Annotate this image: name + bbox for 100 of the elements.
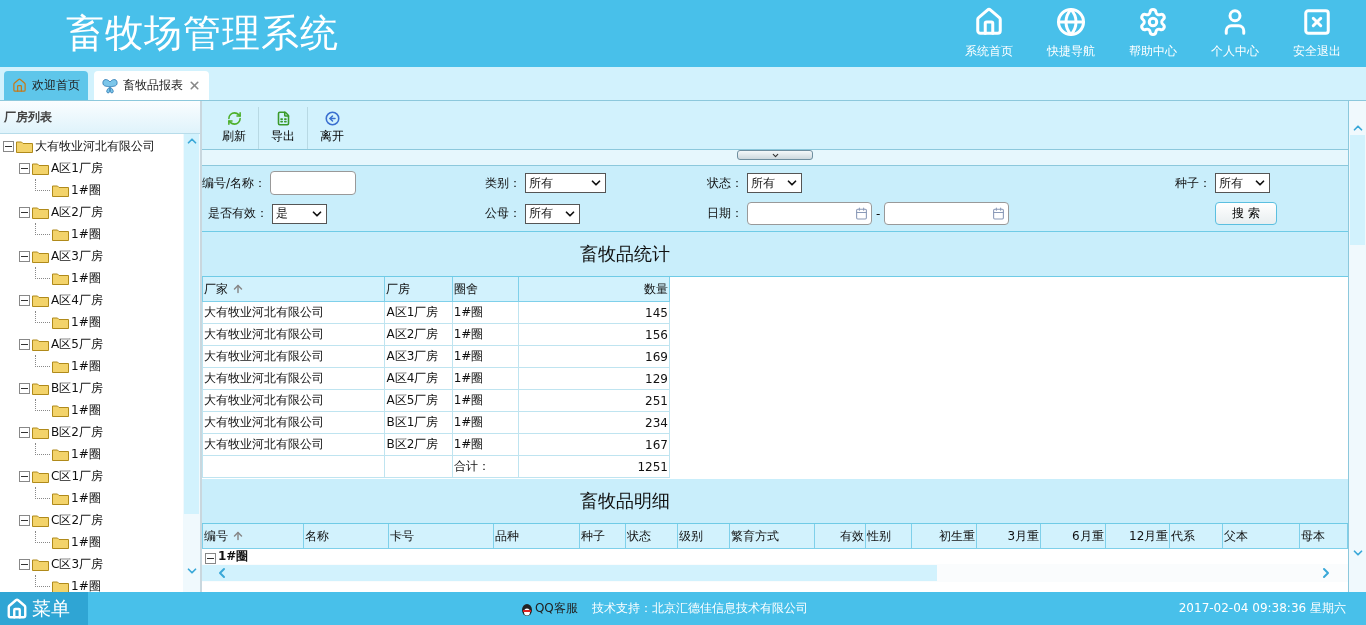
- tree-item[interactable]: 1#圈: [71, 313, 101, 331]
- dropdown[interactable]: 所有: [747, 173, 802, 193]
- field-label: 类别：: [485, 174, 521, 192]
- tab[interactable]: 畜牧品报表: [94, 71, 209, 100]
- collapse-handle[interactable]: [737, 150, 813, 160]
- collapse-toggle[interactable]: [205, 553, 216, 564]
- collapse-toggle[interactable]: [19, 250, 30, 262]
- search-button[interactable]: 搜 索: [1215, 202, 1277, 225]
- collapse-toggle[interactable]: [19, 206, 30, 218]
- toolbar-button[interactable]: 导出: [259, 107, 308, 149]
- table-cell: 251: [518, 389, 670, 412]
- column-header[interactable]: 母本: [1299, 524, 1348, 549]
- toolbar-button[interactable]: 刷新: [210, 107, 259, 149]
- collapse-toggle[interactable]: [3, 140, 14, 152]
- column-header[interactable]: 3月重: [976, 524, 1041, 549]
- column-header[interactable]: 级别: [677, 524, 730, 549]
- tree-item[interactable]: B区1厂房: [51, 379, 103, 397]
- dropdown[interactable]: 是: [272, 203, 327, 224]
- tree-item[interactable]: 1#圈: [71, 533, 101, 551]
- column-header[interactable]: 种子: [579, 524, 626, 549]
- column-header[interactable]: 状态: [625, 524, 678, 549]
- column-header[interactable]: 12月重: [1105, 524, 1170, 549]
- tree-item[interactable]: 1#圈: [71, 269, 101, 287]
- column-header[interactable]: 圈舍: [452, 277, 519, 302]
- scrollbar[interactable]: [202, 564, 1348, 582]
- field-label: 种子：: [1175, 174, 1211, 192]
- collapse-toggle[interactable]: [19, 470, 30, 482]
- table-cell: 大有牧业河北有限公司: [202, 367, 385, 390]
- table-cell: 1#圈: [452, 433, 519, 456]
- tree-item[interactable]: A区4厂房: [51, 291, 103, 309]
- butterfly-icon: [102, 77, 118, 94]
- tree-item[interactable]: 1#圈: [71, 357, 101, 375]
- column-header[interactable]: 繁育方式: [729, 524, 815, 549]
- column-header[interactable]: 代系: [1169, 524, 1223, 549]
- tree-item[interactable]: 1#圈: [71, 225, 101, 243]
- table-cell: 1#圈: [452, 389, 519, 412]
- scroll-thumb[interactable]: [1350, 135, 1365, 245]
- tree-item[interactable]: A区3厂房: [51, 247, 103, 265]
- column-header[interactable]: 初生重: [911, 524, 976, 549]
- collapse-toggle[interactable]: [19, 338, 30, 350]
- column-header[interactable]: 父本: [1222, 524, 1300, 549]
- tree-item[interactable]: 1#圈: [71, 401, 101, 419]
- tree-item[interactable]: 大有牧业河北有限公司: [35, 137, 155, 155]
- collapse-toggle[interactable]: [19, 382, 30, 394]
- globe-icon: [1056, 7, 1086, 37]
- collapse-toggle[interactable]: [19, 294, 30, 306]
- column-header[interactable]: 数量: [518, 277, 670, 302]
- column-header[interactable]: 卡号: [388, 524, 494, 549]
- collapse-toggle[interactable]: [19, 514, 30, 526]
- tree-item[interactable]: 1#圈: [71, 445, 101, 463]
- tree-item[interactable]: A区2厂房: [51, 203, 103, 221]
- column-header[interactable]: 厂家: [202, 277, 385, 302]
- table-cell: 1#圈: [452, 323, 519, 346]
- column-header[interactable]: 名称: [303, 524, 389, 549]
- dropdown[interactable]: 所有: [525, 203, 580, 224]
- table-cell: 大有牧业河北有限公司: [202, 389, 385, 412]
- column-header[interactable]: 性别: [865, 524, 912, 549]
- table-cell: 234: [518, 411, 670, 434]
- tree-item[interactable]: 1#圈: [71, 577, 101, 592]
- folder-icon: [52, 315, 69, 329]
- house-icon: [6, 597, 28, 620]
- tree-item[interactable]: C区2厂房: [51, 511, 103, 529]
- toolbar-button[interactable]: 离开: [308, 107, 356, 149]
- tree-item[interactable]: 1#圈: [71, 489, 101, 507]
- column-header[interactable]: 编号: [202, 524, 304, 549]
- input-field[interactable]: [270, 171, 357, 195]
- date-field[interactable]: [747, 202, 872, 225]
- field-label: 编号/名称：: [202, 174, 267, 192]
- tree-item[interactable]: B区2厂房: [51, 423, 103, 441]
- collapse-toggle[interactable]: [19, 558, 30, 570]
- collapse-toggle[interactable]: [19, 162, 30, 174]
- table-cell: A区2厂房: [384, 323, 453, 346]
- field-label: 公母：: [485, 205, 521, 222]
- tree-item[interactable]: A区1厂房: [51, 159, 103, 177]
- table-cell: 145: [518, 301, 670, 324]
- column-header[interactable]: 品种: [493, 524, 579, 549]
- folder-icon: [32, 513, 49, 527]
- scroll-thumb[interactable]: [202, 565, 937, 581]
- date-field[interactable]: [884, 202, 1010, 225]
- tree-item[interactable]: A区5厂房: [51, 335, 103, 353]
- table-cell: B区1厂房: [384, 411, 453, 434]
- tab[interactable]: 欢迎首页: [4, 71, 88, 100]
- scrollbar[interactable]: [183, 134, 200, 592]
- scrollbar[interactable]: [1349, 101, 1366, 592]
- scroll-thumb[interactable]: [184, 134, 199, 514]
- collapse-toggle[interactable]: [19, 426, 30, 438]
- support-link[interactable]: QQ客服: [518, 600, 578, 617]
- column-header[interactable]: 厂房: [384, 277, 453, 302]
- tree-item[interactable]: C区1厂房: [51, 467, 103, 485]
- dropdown[interactable]: 所有: [1215, 173, 1270, 193]
- column-header[interactable]: 有效: [814, 524, 866, 549]
- house-icon: [12, 78, 27, 93]
- spreadsheet-icon: [275, 111, 291, 126]
- folder-icon: [32, 381, 49, 395]
- tree-item[interactable]: C区3厂房: [51, 555, 103, 573]
- column-header[interactable]: 6月重: [1040, 524, 1106, 549]
- tree-item[interactable]: 1#圈: [71, 181, 101, 199]
- dropdown[interactable]: 所有: [525, 173, 606, 193]
- close-icon[interactable]: [188, 79, 201, 92]
- folder-icon: [52, 491, 69, 505]
